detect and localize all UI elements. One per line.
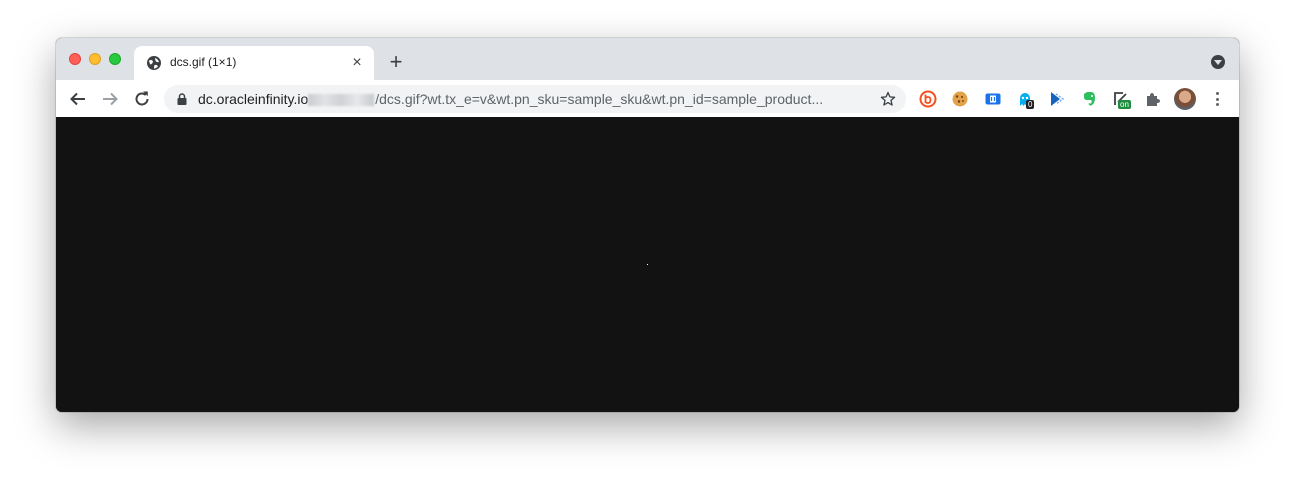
url-host: dc.oracleinfinity.io (198, 91, 309, 107)
back-arrow-icon (70, 92, 85, 106)
window-maximize-button[interactable] (109, 53, 121, 65)
toggle-badge: on (1118, 100, 1131, 109)
lock-icon[interactable] (176, 93, 188, 105)
window-minimize-button[interactable] (89, 53, 101, 65)
menu-dot-icon (1215, 103, 1219, 106)
page-viewport (56, 117, 1239, 412)
tab-close-button[interactable]: × (348, 54, 366, 72)
ghostery-extension-icon[interactable]: 0 (1015, 89, 1035, 109)
reload-button[interactable] (131, 88, 153, 110)
bookmark-star-icon[interactable] (880, 91, 896, 107)
tracking-pixel-image (647, 264, 648, 265)
puzzle-icon (1147, 93, 1160, 106)
cookie-extension-icon[interactable] (950, 89, 970, 109)
evernote-extension-icon[interactable] (1079, 89, 1099, 109)
browser-window: dcs.gif (1×1) × + dc.oracleinfinity.io /… (56, 38, 1239, 412)
toggle-extension-icon[interactable]: on (1111, 89, 1131, 109)
menu-dot-icon (1215, 92, 1219, 95)
title-bar: dcs.gif (1×1) × + (56, 38, 1239, 80)
reload-icon (135, 91, 149, 106)
elephant-icon (1084, 92, 1095, 106)
tab-search-icon[interactable] (1211, 55, 1225, 69)
redacted-url-segment (308, 94, 375, 107)
tab-title: dcs.gif (1×1) (170, 55, 237, 69)
forward-button[interactable] (99, 88, 121, 110)
back-button[interactable] (67, 88, 89, 110)
url-text[interactable]: dc.oracleinfinity.io/dcs.gif?wt.tx_e=v&w… (198, 91, 823, 107)
profile-avatar[interactable] (1174, 88, 1196, 110)
url-path: /dcs.gif?wt.tx_e=v&wt.pn_sku=sample_sku&… (375, 91, 824, 107)
forward-arrow-icon (103, 92, 118, 106)
honey-logo-icon (919, 90, 937, 108)
new-tab-button[interactable]: + (386, 51, 406, 73)
puzzle-extensions-icon[interactable] (1143, 89, 1163, 109)
devtools-extension-icon[interactable] (983, 89, 1003, 109)
tab-active[interactable]: dcs.gif (1×1) × (134, 46, 374, 80)
menu-dot-icon (1215, 97, 1219, 101)
globe-icon (147, 56, 161, 70)
bracket-box-icon (985, 93, 1001, 105)
window-close-button[interactable] (69, 53, 81, 65)
browser-menu-button[interactable] (1208, 90, 1226, 108)
tag-extension-icon[interactable] (1047, 89, 1067, 109)
tag-assistant-icon (1051, 92, 1065, 106)
ghostery-badge: 0 (1026, 100, 1035, 109)
honey-extension-icon[interactable] (918, 89, 938, 109)
address-bar[interactable]: dc.oracleinfinity.io/dcs.gif?wt.tx_e=v&w… (164, 85, 906, 113)
cookie-icon (952, 91, 968, 107)
browser-toolbar: dc.oracleinfinity.io/dcs.gif?wt.tx_e=v&w… (56, 80, 1239, 118)
